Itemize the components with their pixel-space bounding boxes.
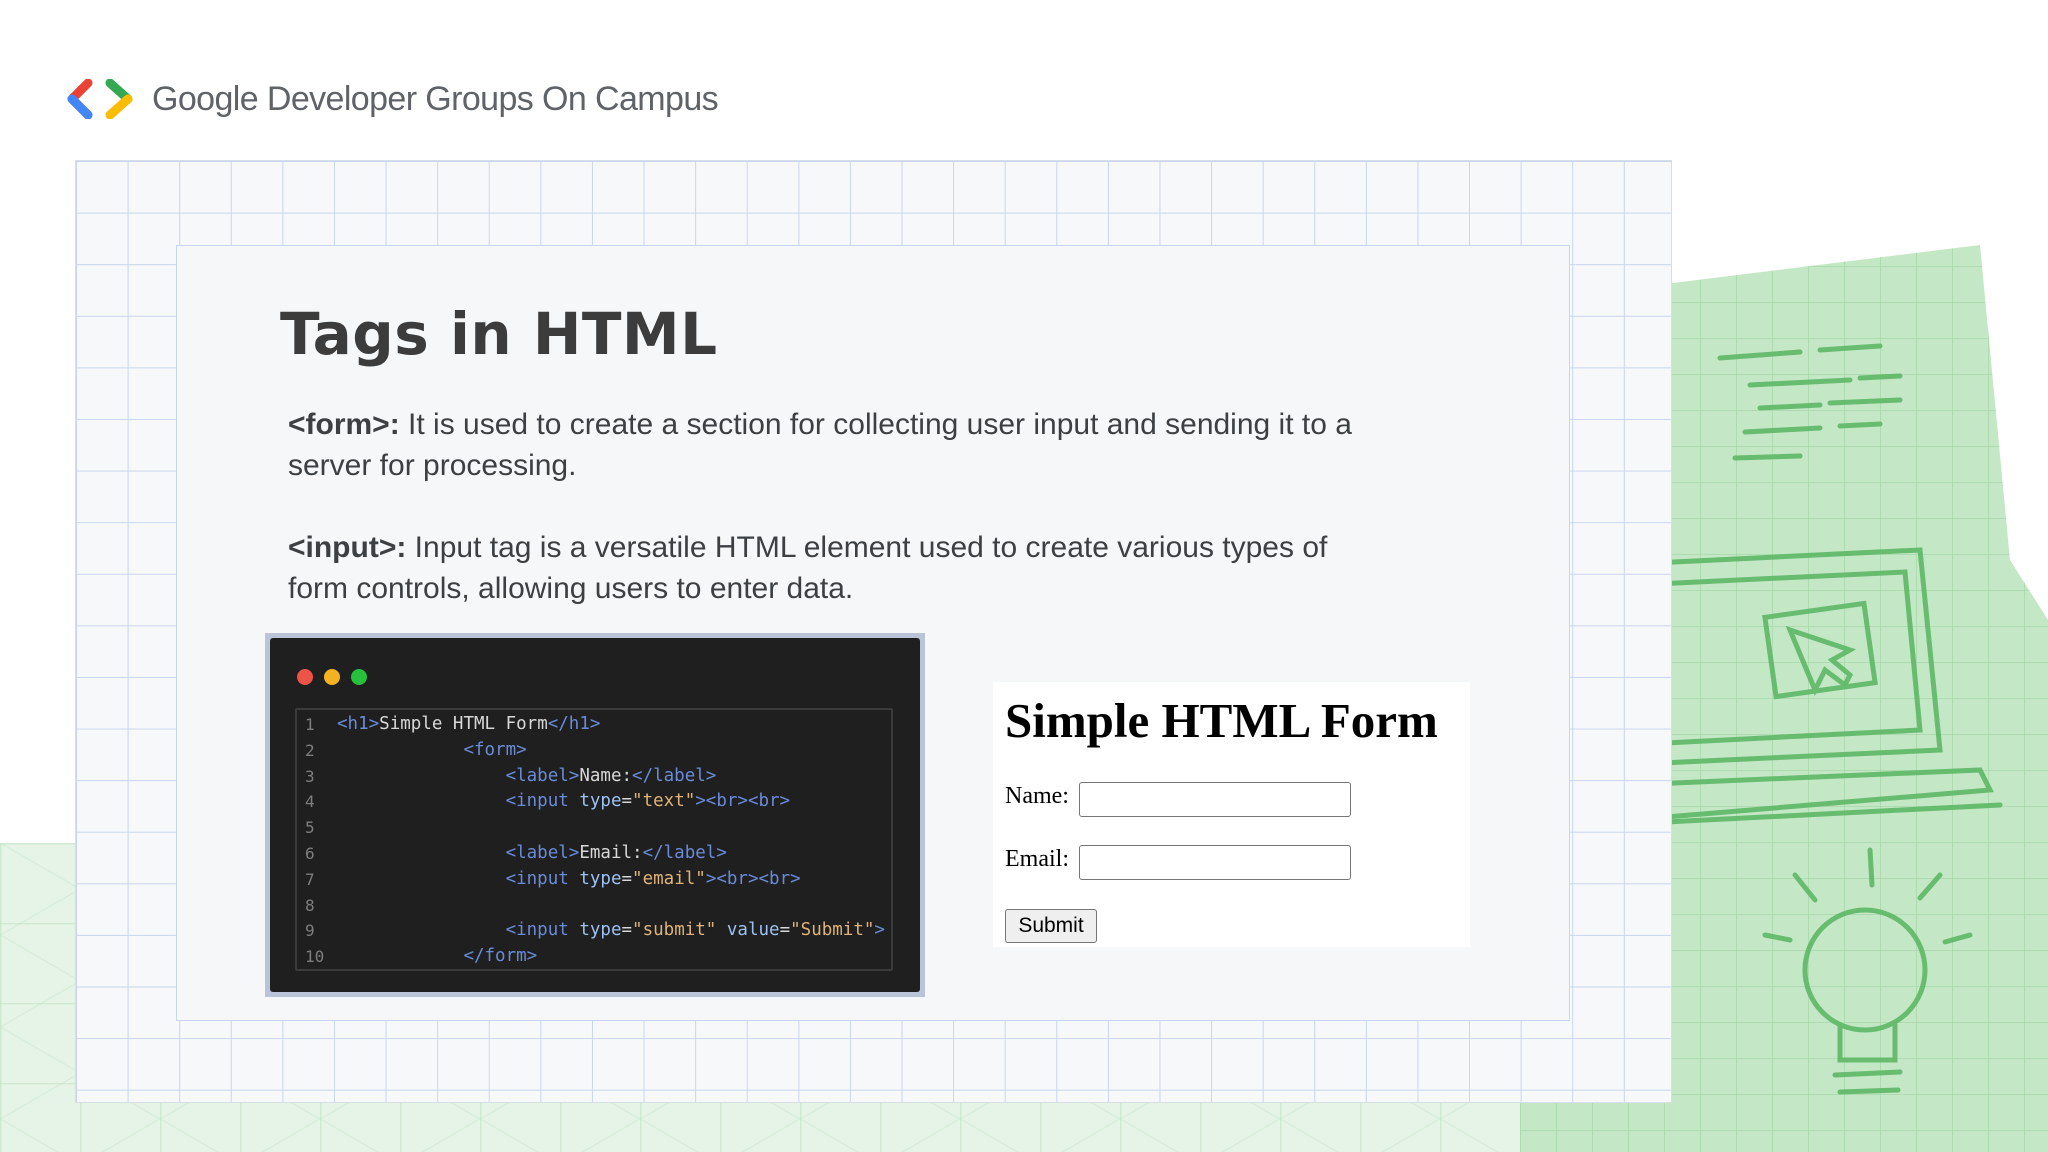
code-line: 10 </form>	[297, 944, 891, 970]
code-token: Simple HTML Form	[379, 714, 548, 734]
code-token: <form>	[463, 739, 527, 760]
code-line: 1 <h1>Simple HTML Form</h1>	[297, 712, 891, 738]
code-line: 2 <form>	[297, 738, 891, 764]
line-number: 6	[305, 843, 315, 863]
gdg-logo-icon	[67, 79, 133, 119]
code-text: <h1>Simple HTML Form</h1>	[337, 712, 600, 738]
code-text: <label>Email:</label>	[337, 841, 727, 867]
code-token: ><br><br>	[705, 868, 801, 889]
code-token: type	[579, 868, 622, 889]
window-minimize-dot-icon	[324, 669, 340, 685]
code-line: 5	[297, 815, 891, 841]
code-line: 7 <input type="email"><br><br>	[297, 867, 891, 893]
input-tag-description: <input>: Input tag is a versatile HTML e…	[288, 527, 1358, 609]
submit-button[interactable]: Submit	[1005, 909, 1097, 943]
code-token: =	[621, 868, 633, 889]
name-input[interactable]	[1079, 782, 1351, 817]
code-line: 3 <label>Name:</label>	[297, 764, 891, 790]
code-token: </h1>	[547, 714, 601, 734]
code-token: <h1>	[337, 714, 380, 734]
code-token: =	[621, 791, 633, 812]
input-tag-name: <input>:	[288, 531, 407, 564]
code-text: <label>Name:</label>	[337, 764, 717, 790]
code-line: 4 <input type="text"><br><br>	[297, 789, 891, 815]
code-token: Email:	[579, 842, 643, 863]
line-number: 1	[305, 715, 315, 734]
code-token: Name:	[579, 765, 633, 786]
code-token: </label>	[642, 842, 727, 863]
code-token: "text"	[632, 791, 696, 812]
header-title: Google Developer Groups On Campus	[152, 79, 719, 118]
header: Google Developer Groups On Campus	[66, 74, 719, 124]
code-editor: 1 <h1>Simple HTML Form</h1> 2 <form> 3 <lab…	[295, 708, 893, 971]
code-window-frame: 1 <h1>Simple HTML Form</h1> 2 <form> 3 <lab…	[265, 633, 925, 997]
code-token: <input	[505, 920, 580, 941]
code-token: =	[779, 920, 791, 941]
code-text: <input type="text"><br><br>	[337, 789, 791, 815]
line-number: 9	[305, 921, 315, 941]
code-token: <input	[505, 791, 580, 812]
code-text: <form>	[337, 738, 527, 764]
code-text: <input type="email"><br><br>	[337, 867, 801, 893]
preview-heading: Simple HTML Form	[1005, 693, 1438, 748]
code-line: 6 <label>Email:</label>	[297, 841, 891, 867]
window-close-dot-icon	[297, 669, 313, 685]
code-token: <label>	[505, 842, 580, 863]
line-number: 8	[305, 895, 315, 915]
code-text: <input type="submit" value="Submit">	[337, 918, 885, 944]
line-number: 4	[305, 792, 315, 812]
code-window: 1 <h1>Simple HTML Form</h1> 2 <form> 3 <lab…	[270, 638, 920, 992]
line-number: 3	[305, 766, 315, 786]
code-line: 9 <input type="submit" value="Submit">	[297, 918, 891, 944]
code-token: </label>	[632, 765, 717, 786]
form-tag-description: <form>: It is used to create a section f…	[288, 404, 1358, 486]
code-token: <label>	[505, 765, 580, 786]
slide-title: Tags in HTML	[280, 300, 718, 368]
code-token: "Submit"	[790, 920, 875, 941]
code-token: type	[579, 920, 622, 941]
email-input[interactable]	[1079, 845, 1351, 880]
window-maximize-dot-icon	[351, 669, 367, 685]
code-token: ><br><br>	[695, 791, 791, 812]
code-token: "email"	[632, 868, 706, 889]
line-number: 7	[305, 869, 315, 889]
line-number: 5	[305, 818, 315, 838]
code-token: <input	[505, 868, 580, 889]
code-token: "submit"	[632, 920, 717, 941]
code-token: =	[621, 920, 633, 941]
name-label: Name:	[1005, 783, 1069, 809]
line-number: 2	[305, 740, 315, 760]
code-token: </form>	[463, 946, 538, 967]
code-token: value	[726, 920, 780, 941]
code-line: 8	[297, 893, 891, 919]
form-tag-text: It is used to create a section for colle…	[288, 408, 1352, 482]
code-token: >	[874, 920, 885, 941]
code-token: type	[579, 791, 622, 812]
code-text: </form>	[337, 944, 537, 970]
line-number: 10	[305, 947, 325, 967]
input-tag-text: Input tag is a versatile HTML element us…	[288, 531, 1328, 605]
form-tag-name: <form>:	[288, 408, 400, 441]
email-label: Email:	[1005, 846, 1069, 872]
form-preview: Simple HTML Form Name: Email: Submit	[993, 682, 1470, 947]
